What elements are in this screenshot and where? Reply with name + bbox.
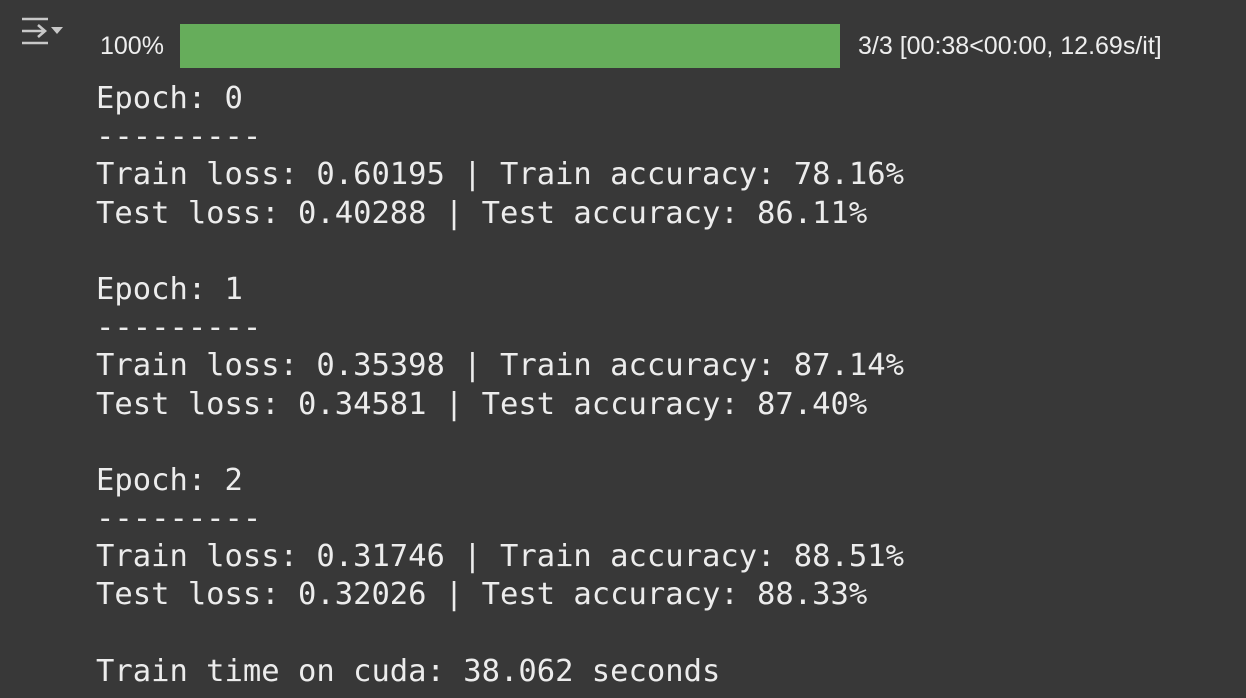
log-line: Epoch: 2 [96,462,243,498]
output-collapse-icon[interactable] [16,10,68,54]
cell-output: 100% 3/3 [00:38<00:00, 12.69s/it] Epoch:… [0,0,1246,698]
log-line: Train time on cuda: 38.062 seconds [96,653,721,689]
log-line: Test loss: 0.32026 | Test accuracy: 88.3… [96,577,868,613]
log-line: Test loss: 0.40288 | Test accuracy: 86.1… [96,195,868,231]
log-line: Test loss: 0.34581 | Test accuracy: 87.4… [96,386,868,422]
progress-percent: 100% [100,31,164,60]
progress-bar-row: 100% 3/3 [00:38<00:00, 12.69s/it] [100,24,1162,68]
training-log: Epoch: 0 --------- Train loss: 0.60195 | T… [96,80,904,691]
log-line: Train loss: 0.31746 | Train accuracy: 88… [96,539,904,575]
log-line: Epoch: 0 [96,81,243,116]
log-line: --------- [96,119,262,155]
progress-status: 3/3 [00:38<00:00, 12.69s/it] [858,31,1162,60]
progress-bar-fill [180,24,840,68]
log-line: Epoch: 1 [96,271,243,307]
log-line: --------- [96,501,262,537]
progress-bar [180,24,840,68]
log-line: --------- [96,310,262,346]
log-line: Train loss: 0.60195 | Train accuracy: 78… [96,157,904,193]
log-line: Train loss: 0.35398 | Train accuracy: 87… [96,348,904,384]
